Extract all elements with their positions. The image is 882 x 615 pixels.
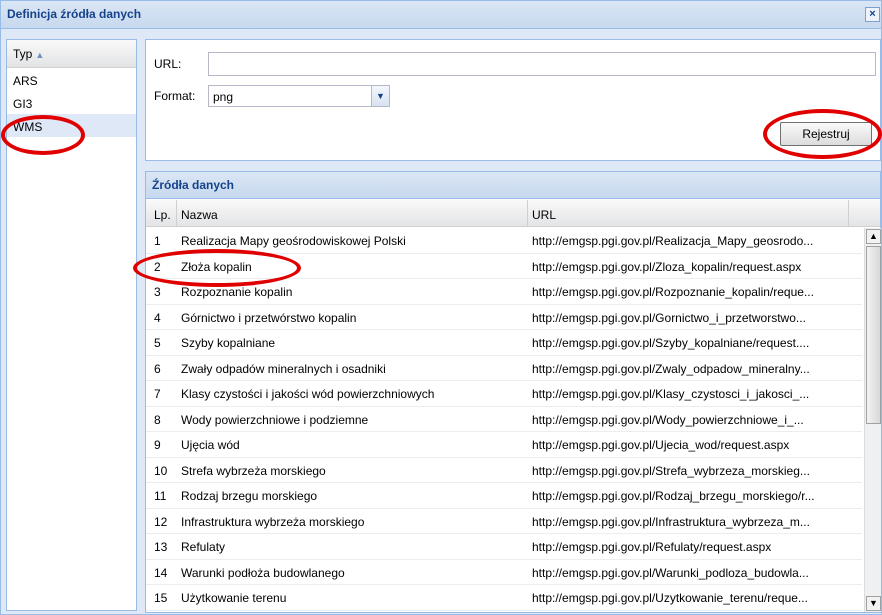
cell-nazwa: Wody powierzchniowe i podziemne [181, 412, 369, 427]
table-row[interactable]: 15 Użytkowanie terenu http://emgsp.pgi.gov… [146, 585, 862, 611]
scroll-up-icon[interactable]: ▲ [866, 229, 881, 244]
table-row[interactable]: 5 Szyby kopalniane http://emgsp.pgi.gov.pl… [146, 330, 862, 356]
table-row[interactable]: 10 Strefa wybrzeża morskiego http://emgsp.… [146, 458, 862, 483]
table-row[interactable]: 9 Ujęcia wód http://emgsp.pgi.gov.pl/Ujeci… [146, 432, 862, 458]
cell-nazwa: Refulaty [181, 540, 226, 554]
cell-lp: 2 [154, 259, 161, 274]
cell-url: http://emgsp.pgi.gov.pl/Realizacja_Mapy_… [532, 234, 814, 248]
scroll-thumb[interactable] [866, 246, 881, 424]
cell-lp: 14 [154, 565, 168, 580]
cell-lp: 13 [154, 540, 168, 554]
column-header-nazwa[interactable]: Nazwa [181, 208, 218, 222]
cell-url: http://emgsp.pgi.gov.pl/Wody_powierzchni… [532, 412, 804, 427]
source-form: URL: Format: png ▼ Rejestruj [145, 39, 881, 161]
dialog-titlebar[interactable]: Definicja źródła danych × [1, 1, 881, 29]
dialog-title: Definicja źródła danych [7, 7, 142, 21]
table-row[interactable]: 12 Infrastruktura wybrzeża morskiego http:… [146, 509, 862, 534]
type-panel: Typ ▲ ARS GI3 WMS [6, 39, 137, 611]
cell-lp: 6 [154, 361, 161, 376]
grid-scrollbar[interactable]: ▲ ▼ [864, 228, 881, 612]
cell-nazwa: Użytkowanie terenu [181, 591, 287, 605]
cell-lp: 11 [154, 489, 167, 503]
cell-url: http://emgsp.pgi.gov.pl/Uzytkowanie_tere… [532, 591, 808, 605]
format-label: Format: [154, 89, 196, 103]
format-value: png [213, 90, 234, 104]
cell-nazwa: Ujęcia wód [181, 438, 240, 452]
table-row[interactable]: 4 Górnictwo i przetwórstwo kopalin http://… [146, 305, 862, 330]
scroll-down-icon[interactable]: ▼ [866, 596, 881, 611]
cell-url: http://emgsp.pgi.gov.pl/Rozpoznanie_kopa… [532, 285, 814, 299]
table-row[interactable]: 6 Zwały odpadów mineralnych i osadniki htt… [146, 356, 862, 381]
cell-lp: 5 [154, 336, 161, 350]
cell-lp: 15 [154, 591, 168, 605]
cell-nazwa: Rodzaj brzegu morskiego [181, 489, 318, 503]
cell-lp: 7 [154, 387, 161, 401]
table-row[interactable]: 1 Realizacja Mapy geośrodowiskowej Polski… [146, 228, 862, 254]
cell-url: http://emgsp.pgi.gov.pl/Zwaly_odpadow_mi… [532, 361, 810, 376]
column-header-lp[interactable]: Lp. [154, 208, 171, 222]
type-item-label: WMS [13, 120, 43, 134]
cell-url: http://emgsp.pgi.gov.pl/Ujecia_wod/reque… [532, 438, 790, 452]
grid-title: Źródła danych [146, 172, 880, 199]
cell-nazwa: Strefa wybrzeża morskiego [181, 463, 326, 478]
cell-nazwa: Realizacja Mapy geośrodowiskowej Polski [181, 234, 406, 248]
close-icon[interactable]: × [865, 7, 880, 22]
type-item-ars[interactable]: ARS [7, 68, 136, 91]
cell-lp: 1 [154, 234, 161, 248]
type-item-label: ARS [13, 74, 38, 88]
cell-lp: 8 [154, 412, 161, 427]
cell-lp: 12 [154, 514, 168, 529]
cell-url: http://emgsp.pgi.gov.pl/Rodzaj_brzegu_mo… [532, 489, 815, 503]
cell-url: http://emgsp.pgi.gov.pl/Klasy_czystosci_… [532, 387, 810, 401]
type-item-gi3[interactable]: GI3 [7, 91, 136, 114]
column-divider[interactable] [848, 200, 849, 226]
cell-nazwa: Rozpoznanie kopalin [181, 285, 293, 299]
cell-nazwa: Górnictwo i przetwórstwo kopalin [181, 310, 357, 325]
table-row[interactable]: 13 Refulaty http://emgsp.pgi.gov.pl/Refula… [146, 534, 862, 560]
cell-nazwa: Infrastruktura wybrzeża morskiego [181, 514, 365, 529]
type-item-label: GI3 [13, 97, 33, 111]
cell-lp: 10 [154, 463, 168, 478]
cell-nazwa: Warunki podłoża budowlanego [181, 565, 345, 580]
cell-lp: 3 [154, 285, 161, 299]
table-row[interactable]: 8 Wody powierzchniowe i podziemne http://e… [146, 407, 862, 432]
data-source-dialog: Definicja źródła danych × Typ ▲ ARS GI3 W… [0, 0, 882, 615]
table-row[interactable]: 7 Klasy czystości i jakości wód powierzch… [146, 381, 862, 407]
column-divider[interactable] [527, 200, 528, 226]
cell-url: http://emgsp.pgi.gov.pl/Zloza_kopalin/re… [532, 259, 802, 274]
cell-nazwa: Szyby kopalniane [181, 336, 276, 350]
table-row[interactable]: 2 Złoża kopalin http://emgsp.pgi.gov.pl/Zl… [146, 254, 862, 279]
table-row[interactable]: 11 Rodzaj brzegu morskiego http://emgsp.pg… [146, 483, 862, 509]
table-row[interactable]: 3 Rozpoznanie kopalin http://emgsp.pgi.gov… [146, 279, 862, 305]
cell-url: http://emgsp.pgi.gov.pl/Strefa_wybrzeza_… [532, 463, 810, 478]
cell-nazwa: Zwały odpadów mineralnych i osadniki [181, 361, 386, 376]
format-select[interactable]: png ▼ [208, 85, 390, 107]
chevron-down-icon[interactable]: ▼ [371, 86, 389, 106]
cell-url: http://emgsp.pgi.gov.pl/Infrastruktura_w… [532, 514, 810, 529]
type-column-header[interactable]: Typ ▲ [7, 40, 136, 68]
cell-nazwa: Złoża kopalin [181, 259, 252, 274]
cell-nazwa: Klasy czystości i jakości wód powierzchn… [181, 387, 435, 401]
register-button[interactable]: Rejestruj [780, 122, 872, 146]
cell-lp: 4 [154, 310, 161, 325]
cell-url: http://emgsp.pgi.gov.pl/Warunki_podloza_… [532, 565, 809, 580]
table-row[interactable]: 14 Warunki podłoża budowlanego http://emgs… [146, 560, 862, 585]
sources-grid-panel: Źródła danych Lp. Nazwa URL 1 Realizacja … [145, 171, 881, 613]
grid-rows: 1 Realizacja Mapy geośrodowiskowej Polski… [146, 228, 862, 611]
grid-column-headers: Lp. Nazwa URL [146, 200, 880, 227]
url-label: URL: [154, 57, 182, 71]
type-header-label: Typ [13, 47, 33, 61]
cell-url: http://emgsp.pgi.gov.pl/Refulaty/request… [532, 540, 772, 554]
column-divider[interactable] [176, 200, 177, 226]
cell-url: http://emgsp.pgi.gov.pl/Gornictwo_i_prze… [532, 310, 806, 325]
sort-ascending-icon: ▲ [35, 50, 45, 60]
cell-url: http://emgsp.pgi.gov.pl/Szyby_kopalniane… [532, 336, 810, 350]
column-header-url[interactable]: URL [532, 208, 556, 222]
cell-lp: 9 [154, 438, 161, 452]
url-input[interactable] [208, 52, 876, 76]
type-item-wms[interactable]: WMS [7, 114, 136, 137]
